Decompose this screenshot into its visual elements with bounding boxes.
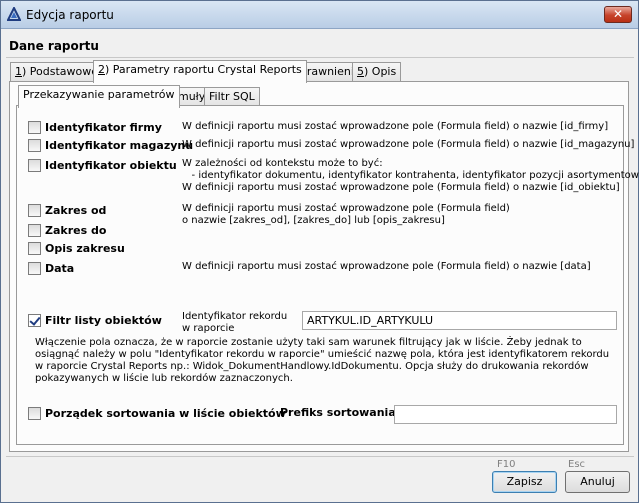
subtab-filtr-sql[interactable]: Filtr SQL [204,87,260,107]
app-logo-icon [7,7,21,21]
save-button[interactable]: Zapisz [492,471,557,493]
desc-zakres: W definicji raportu musi zostać wprowadz… [182,203,510,226]
page-title: Dane raportu [9,39,99,53]
desc-data: W definicji raportu musi zostać wprowadz… [182,261,591,272]
label-zakres-od: Zakres od [45,204,107,217]
cancel-button[interactable]: Anuluj [565,471,630,493]
checkbox-opis-zakresu[interactable] [28,242,41,255]
label-identyfikator-obiektu: Identyfikator obiektu [45,159,177,172]
checkbox-identyfikator-magazynu[interactable] [28,139,41,152]
label-identyfikator-magazynu: Identyfikator magazynu [45,139,194,152]
label-identyfikator-firmy: Identyfikator firmy [45,121,162,134]
subtab-przekazywanie-parametrow[interactable]: Przekazywanie parametrów [18,85,180,108]
label-porzadek-sortowania: Porządek sortowania w liście obiektów [45,407,286,420]
label-opis-zakresu: Opis zakresu [45,242,125,255]
tab-podstawowe[interactable]: 1) Podstawowe [10,62,104,82]
label-prefiks-sortowania: Prefiks sortowania [280,406,396,419]
title-bar[interactable]: Edycja raportu ✕ [1,1,638,29]
header-divider [6,57,634,58]
checkbox-filtr-listy-obiektow[interactable] [28,314,41,327]
checkbox-zakres-do[interactable] [28,224,41,237]
checkbox-identyfikator-obiektu[interactable] [28,159,41,172]
checkbox-zakres-od[interactable] [28,204,41,217]
checkbox-data[interactable] [28,262,41,275]
prefiks-sortowania-input[interactable] [394,405,617,424]
desc-identyfikator-firmy: W definicji raportu musi zostać wprowadz… [182,121,609,132]
label-identyfikator-rekordu: Identyfikator rekordu w raporcie [182,311,288,334]
checkbox-identyfikator-firmy[interactable] [28,121,41,134]
window-title: Edycja raportu [26,8,114,22]
label-zakres-do: Zakres do [45,224,107,237]
checkbox-porzadek-sortowania[interactable] [28,407,41,420]
tab-parametry-crystal-reports[interactable]: 2) Parametry raportu Crystal Reports [93,60,307,83]
desc-identyfikator-obiektu: W zależności od kontekstu może to być: -… [182,158,639,193]
dialog-window: Edycja raportu ✕ Dane raportu 1) Podstaw… [0,0,639,503]
desc-identyfikator-magazynu: W definicji raportu musi zostać wprowadz… [182,139,635,150]
subtab-panel [16,105,624,445]
filter-description: Włączenie pola oznacza, że w raporcie zo… [35,337,610,384]
close-button[interactable]: ✕ [604,6,632,23]
footer-divider [6,456,634,457]
save-shortcut-hint: F10 [497,459,516,470]
label-filtr-listy-obiektow: Filtr listy obiektów [45,314,162,327]
close-icon: ✕ [612,7,624,21]
label-data: Data [45,262,75,275]
tab-opis[interactable]: 5) Opis [352,62,402,82]
cancel-shortcut-hint: Esc [568,459,586,470]
identyfikator-rekordu-input[interactable]: ARTYKUL.ID_ARTYKULU [302,311,617,330]
